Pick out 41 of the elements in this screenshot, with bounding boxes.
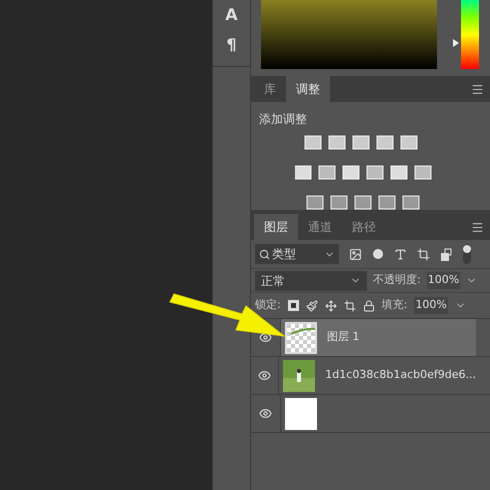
- layer-thumbnail: [285, 398, 317, 430]
- fill-field[interactable]: 100%: [414, 297, 448, 314]
- filter-dropdown[interactable]: 类型: [255, 244, 339, 264]
- panel-tab[interactable]: 库: [254, 76, 286, 102]
- opacity-label: 不透明度:: [373, 272, 421, 288]
- slider-thumb[interactable]: [453, 38, 459, 47]
- adjustment-filter-icon[interactable]: [372, 248, 384, 260]
- panel-tab[interactable]: 图层: [254, 214, 298, 240]
- layer-row[interactable]: 图层 1: [281, 319, 476, 356]
- image-filter-icon[interactable]: [349, 248, 362, 260]
- type-filter-icon[interactable]: [394, 248, 407, 260]
- color-field[interactable]: [261, 0, 437, 69]
- menu-icon[interactable]: [471, 221, 484, 234]
- lock-pixels-icon[interactable]: [288, 300, 299, 311]
- opacity-field[interactable]: 100%: [426, 272, 460, 289]
- layer-thumbnail: [285, 322, 317, 354]
- tool-icon[interactable]: A: [225, 0, 238, 30]
- visibility-icon[interactable]: [259, 407, 272, 420]
- panel-tab[interactable]: 通道: [298, 214, 342, 240]
- visibility-icon[interactable]: [259, 331, 272, 344]
- tool-icon[interactable]: ¶: [226, 30, 237, 60]
- panel-tab[interactable]: 调整: [286, 76, 330, 102]
- fill-label: 填充:: [382, 297, 408, 314]
- toggle-icon[interactable]: [462, 243, 472, 265]
- section-title: 添加调整: [259, 111, 308, 128]
- menu-icon[interactable]: [471, 83, 484, 96]
- layer-name: 1d1c038c8b1acb0ef9de6...: [325, 367, 476, 384]
- brush-icon[interactable]: [306, 300, 318, 312]
- layer-name: 图层 1: [327, 329, 360, 346]
- visibility-icon[interactable]: [258, 369, 272, 382]
- blend-mode-dropdown[interactable]: 正常: [255, 270, 367, 290]
- artboard-icon[interactable]: [344, 300, 356, 312]
- shape-filter-icon[interactable]: [417, 248, 430, 260]
- layer-row[interactable]: 1d1c038c8b1acb0ef9de6...: [279, 357, 476, 394]
- hue-slider[interactable]: [453, 0, 479, 69]
- move-icon[interactable]: [324, 300, 337, 312]
- smart-object-icon[interactable]: [440, 248, 452, 260]
- lock-label: 锁定:: [255, 297, 281, 314]
- search-icon: [259, 248, 270, 260]
- lock-icon[interactable]: [362, 300, 375, 312]
- panel-tab[interactable]: 路径: [342, 214, 386, 240]
